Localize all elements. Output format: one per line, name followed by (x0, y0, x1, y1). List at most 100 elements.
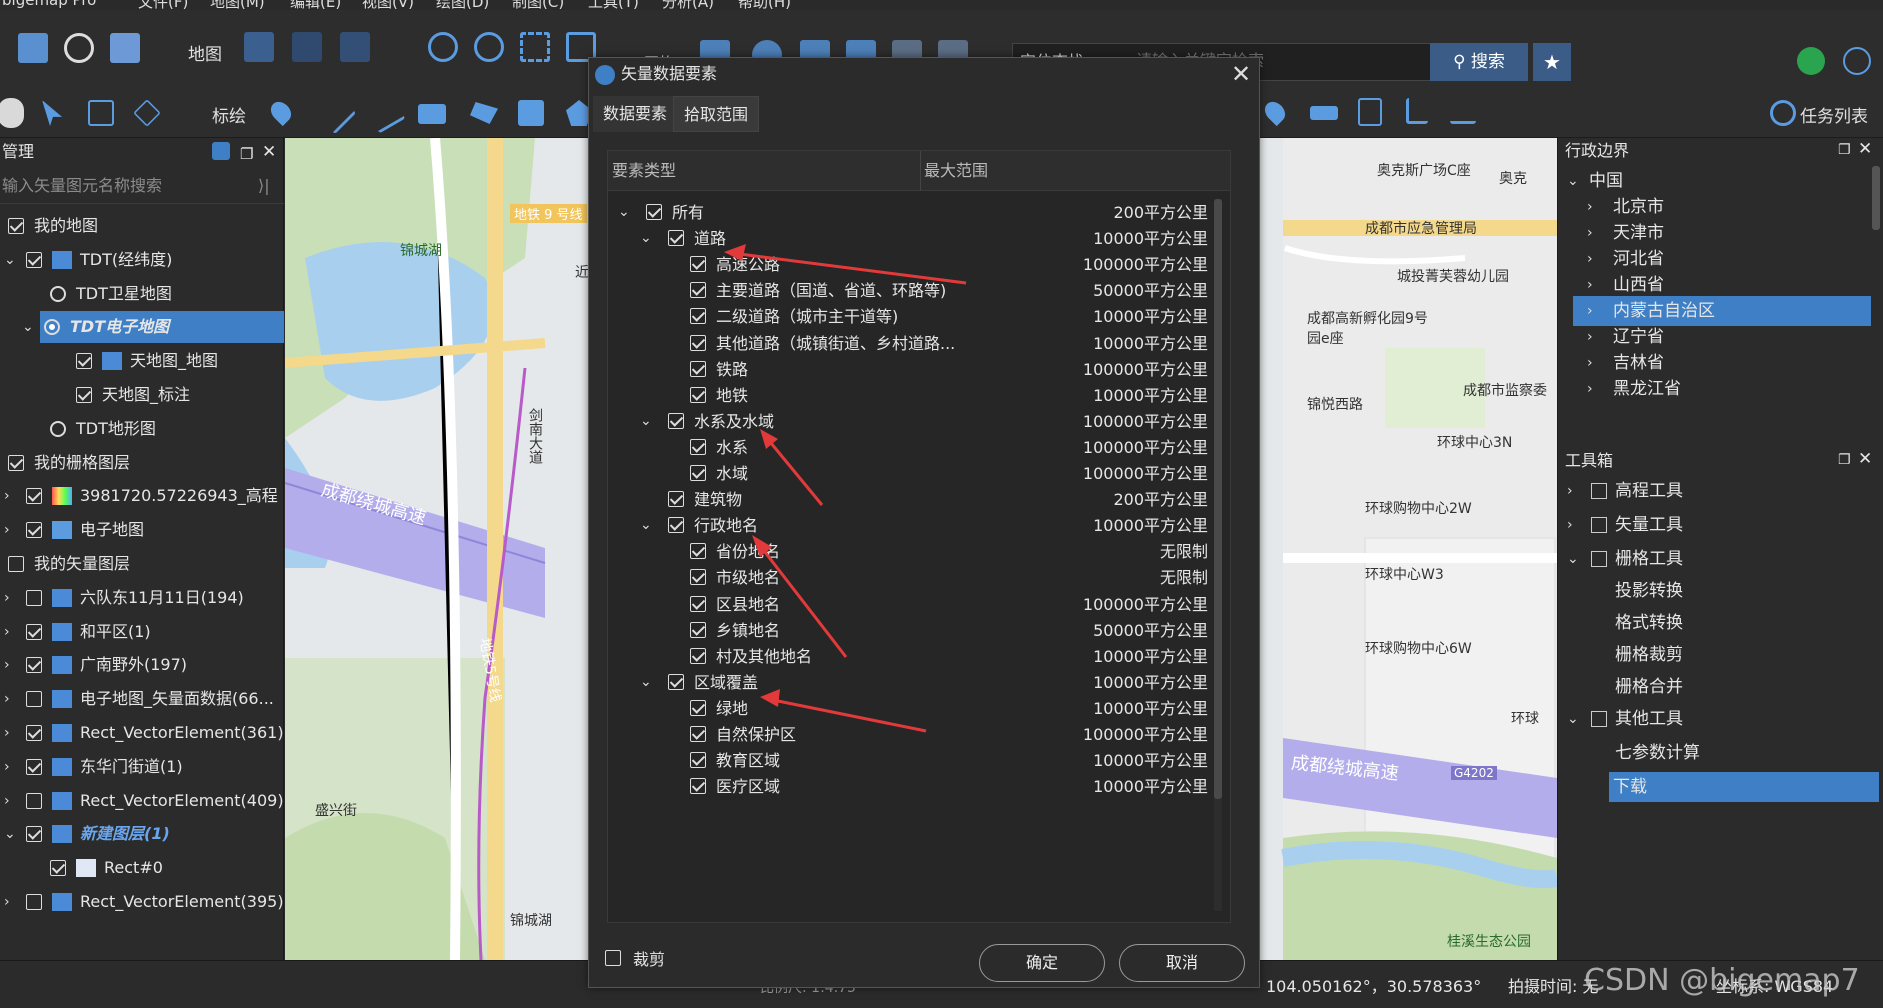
menu-chart[interactable]: 制图(C) (512, 0, 564, 10)
visibility-checkbox[interactable] (26, 589, 42, 606)
visibility-checkbox[interactable] (76, 353, 92, 370)
tool-item[interactable]: 栅格合并 (1557, 672, 1881, 702)
layer-row[interactable]: › 和平区(1) (0, 616, 284, 648)
visibility-checkbox[interactable] (26, 894, 42, 910)
square-icon[interactable] (518, 100, 544, 126)
chevron-down-icon[interactable]: ⌄ (1567, 544, 1579, 574)
pan-hand-icon[interactable] (0, 98, 24, 128)
layer-row[interactable]: TDT地形图 (0, 413, 284, 445)
chevron-right-icon[interactable]: › (4, 649, 10, 681)
visibility-checkbox[interactable] (26, 792, 42, 809)
favorite-star-icon[interactable]: ★ (1533, 43, 1571, 81)
visibility-checkbox[interactable] (50, 860, 66, 877)
cancel-button[interactable]: 取消 (1119, 944, 1245, 982)
settings-icon[interactable] (64, 33, 94, 63)
search-layer-icon[interactable] (212, 142, 230, 160)
chevron-right-icon[interactable]: › (4, 480, 10, 512)
chevron-right-icon[interactable]: › (4, 886, 10, 918)
tab-data-features[interactable]: 数据要素 (593, 96, 678, 132)
service-icon[interactable] (1843, 47, 1871, 75)
tool-item[interactable]: 格式转换 (1557, 608, 1881, 638)
visibility-checkbox[interactable] (8, 218, 24, 234)
admin-region-item[interactable]: › 黑龙江省 (1557, 374, 1871, 404)
layer-row[interactable]: 天地图_标注 (0, 379, 284, 411)
tool-item[interactable]: 投影转换 (1557, 576, 1881, 606)
bearing-icon[interactable] (1450, 98, 1476, 124)
admin-close-icon[interactable]: ✕ (1858, 139, 1872, 159)
map-source-2-icon[interactable] (292, 32, 322, 62)
chevron-down-icon[interactable]: ⌄ (4, 244, 16, 276)
float-icon[interactable]: ❐ (240, 140, 253, 168)
visibility-radio[interactable] (44, 319, 60, 336)
chevron-right-icon[interactable]: › (4, 751, 10, 783)
close-icon[interactable]: ✕ (262, 138, 276, 166)
fit-extent-icon[interactable] (520, 32, 550, 62)
chevron-right-icon[interactable]: › (4, 616, 10, 648)
curve-icon[interactable] (364, 92, 406, 134)
chevron-right-icon[interactable]: › (1567, 510, 1573, 540)
tool-item[interactable]: ⌄ 栅格工具 (1557, 544, 1881, 574)
tab-pick-range[interactable]: 拾取范围 (673, 96, 760, 132)
task-list-icon[interactable] (1770, 100, 1796, 126)
visibility-checkbox[interactable] (8, 556, 24, 572)
select-rect-icon[interactable] (88, 100, 114, 126)
layer-row[interactable]: ⌄ TDT(经纬度) (0, 244, 284, 276)
polygon-icon[interactable] (470, 102, 498, 124)
menu-file[interactable]: 文件(F) (138, 0, 188, 10)
map-label[interactable]: 地图 (188, 40, 222, 65)
line-icon[interactable] (313, 91, 357, 135)
layer-row[interactable]: ⌄ TDT电子地图 (22, 311, 284, 344)
visibility-checkbox[interactable] (26, 691, 42, 708)
menu-edit[interactable]: 编辑(E) (290, 0, 341, 10)
tool-item[interactable]: ⌄ 其他工具 (1557, 704, 1881, 734)
toolbox-float-icon[interactable]: ❐ (1838, 452, 1851, 468)
layer-row[interactable]: › 电子地图 (0, 514, 284, 546)
layer-row[interactable]: 我的栅格图层 (0, 447, 284, 479)
visibility-checkbox[interactable] (26, 522, 42, 539)
clip-checkbox[interactable] (605, 950, 621, 966)
layer-row[interactable]: › 东华门街道(1) (0, 751, 284, 783)
layer-row[interactable]: Rect#0 (0, 852, 284, 884)
layer-row[interactable]: › 3981720.57226943_高程 (0, 480, 284, 512)
layer-row[interactable]: 天地图_地图 (0, 345, 284, 377)
select-arrow-icon[interactable] (42, 100, 62, 126)
ruler-icon[interactable] (1310, 106, 1338, 120)
map-source-3-icon[interactable] (340, 32, 370, 62)
visibility-checkbox[interactable] (26, 725, 42, 741)
layer-row[interactable]: › Rect_VectorElement(409) (0, 785, 284, 817)
task-list-label[interactable]: 任务列表 (1800, 102, 1868, 127)
tool-item[interactable]: › 高程工具 (1557, 476, 1881, 506)
chevron-right-icon[interactable]: › (1567, 476, 1573, 506)
visibility-checkbox[interactable] (26, 251, 42, 268)
toolbox-close-icon[interactable]: ✕ (1858, 449, 1872, 469)
marker-icon[interactable] (266, 97, 296, 127)
measure-angle-icon[interactable] (1406, 98, 1428, 124)
chevron-down-icon[interactable]: ⌄ (4, 818, 16, 850)
chevron-right-icon[interactable]: › (4, 514, 10, 546)
map-source-1-icon[interactable] (244, 32, 274, 62)
visibility-radio[interactable] (50, 420, 66, 437)
menu-tools[interactable]: 工具(T) (588, 0, 639, 10)
visibility-checkbox[interactable] (26, 657, 42, 674)
visibility-checkbox[interactable] (26, 758, 42, 775)
menu-draw[interactable]: 绘图(D) (436, 0, 489, 10)
chevron-right-icon[interactable]: › (4, 582, 10, 614)
chevron-down-icon[interactable]: ⌄ (22, 311, 34, 343)
visibility-checkbox[interactable] (8, 454, 24, 471)
zoom-in-icon[interactable] (428, 32, 458, 62)
admin-scrollbar[interactable] (1872, 166, 1880, 230)
visibility-checkbox[interactable] (26, 488, 42, 505)
layer-row[interactable]: 我的地图 (0, 210, 284, 242)
visibility-checkbox[interactable] (26, 826, 42, 843)
layer-row[interactable]: 我的矢量图层 (0, 548, 284, 580)
layer-row[interactable]: › Rect_VectorElement(395) (0, 886, 284, 918)
tool-item[interactable]: 七参数计算 (1557, 738, 1881, 768)
rectangle-icon[interactable] (418, 104, 446, 124)
visibility-checkbox[interactable] (26, 623, 42, 640)
menu-analysis[interactable]: 分析(A) (662, 0, 714, 10)
dialog-close-icon[interactable]: ✕ (1227, 60, 1255, 88)
zoom-out-icon[interactable] (474, 32, 504, 62)
chevron-down-icon[interactable]: ⌄ (1567, 704, 1579, 734)
menu-help[interactable]: 帮助(H) (738, 0, 791, 10)
chevron-right-icon[interactable]: › (4, 683, 10, 715)
